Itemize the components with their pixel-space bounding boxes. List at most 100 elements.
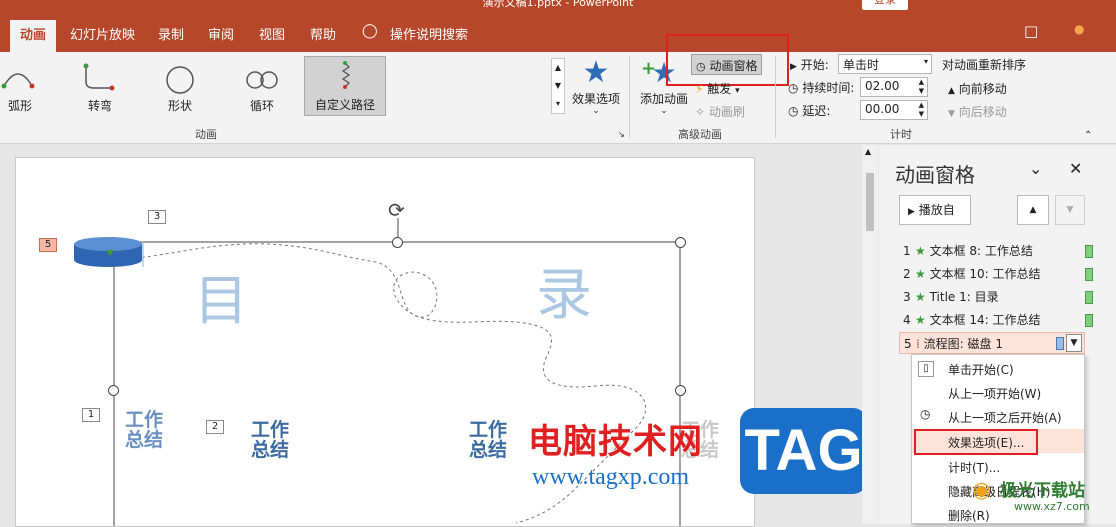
start-select[interactable]: 单击时 ▾ [838, 54, 932, 74]
resize-handle[interactable] [108, 385, 119, 396]
move-later-button[interactable]: ▼ 向后移动 [948, 103, 1007, 120]
animation-number-tag: 2 [206, 420, 224, 434]
chevron-down-icon: ⌄ [660, 106, 668, 116]
menu-item-delete[interactable]: 删除(R) [948, 507, 990, 524]
animation-list-item[interactable]: 2 ★ 文本框 10: 工作总结 [903, 263, 1093, 285]
animation-number-tag: 5 [39, 238, 57, 252]
move-earlier-button[interactable]: ▲ 向前移动 [948, 80, 1007, 97]
dialog-launcher-icon[interactable]: ↘ [618, 130, 625, 139]
slide-canvas[interactable]: ⟳ 5 3 1 2 目 录 工作 总结 工作 总结 工作 总结 工作 总结 电脑… [15, 157, 755, 527]
ribbon: 弧形 转弯 形状 循环 自定义路径 ▲ ▼ ▾ ★ 效果选项 ⌄ 动画 ↘ ★ + 添… [0, 34, 1116, 144]
clock-icon: ◷ [788, 81, 799, 95]
resize-handle[interactable] [675, 237, 686, 248]
group-label-timing: 计时 [890, 128, 912, 141]
highlight-box-menu [914, 429, 1038, 455]
lightning-icon: ⚡ [695, 82, 704, 96]
duration-label: ◷ 持续时间: [788, 81, 855, 95]
delay-input[interactable]: 00.00 ▲ ▼ [860, 100, 928, 120]
corner-watermark-title: 极光下载站 [1000, 481, 1085, 501]
collapse-ribbon-icon[interactable]: ⌃ [1084, 130, 1092, 141]
gallery-scroll[interactable]: ▲ ▼ ▾ [551, 58, 565, 114]
watermark-url: www.tagxp.com [532, 464, 690, 490]
path-custom-button[interactable]: 自定义路径 [304, 56, 386, 116]
slide-title-char: 录 [536, 263, 592, 328]
painter-icon: ✧ [695, 105, 706, 119]
shape-path-icon [166, 66, 194, 94]
path-turn-button[interactable]: 转弯 [72, 56, 128, 116]
resize-handle[interactable] [675, 385, 686, 396]
rotate-handle-icon[interactable]: ⟳ [388, 198, 405, 222]
tab-record[interactable]: 录制 [158, 24, 184, 43]
effect-options-button[interactable]: ★ 效果选项 ⌄ [570, 55, 622, 116]
motion-path-icon: ⁞ [916, 337, 920, 351]
duration-input[interactable]: 02.00 ▲ ▼ [860, 77, 928, 97]
animation-number-tag: 3 [148, 210, 166, 224]
spinner-icon[interactable]: ▲ ▼ [919, 101, 924, 119]
start-label: ▶ 开始: [790, 58, 829, 72]
animation-painter-button[interactable]: ✧ 动画刷 [695, 103, 745, 120]
down-arrow-icon: ▼ [948, 109, 955, 119]
animation-list-item[interactable]: 1 ★ 文本框 8: 工作总结 [903, 240, 1093, 262]
corner-logo-icon: ◉ [972, 478, 992, 503]
chevron-down-icon[interactable]: ⌄ [1029, 159, 1042, 178]
play-from-button[interactable]: ▶ 播放自 [899, 195, 971, 225]
tab-review[interactable]: 审阅 [208, 24, 234, 43]
corner-watermark-url: www.xz7.com [1014, 500, 1090, 513]
clock-icon: ◷ [788, 104, 799, 118]
timeline-bar [1085, 291, 1093, 304]
slide-item-text: 工作 总结 [250, 419, 289, 461]
menu-item-after-previous[interactable]: 从上一项之后开始(A) [948, 409, 1062, 426]
menu-item-timing[interactable]: 计时(T)... [948, 459, 1000, 476]
star-icon: ★ [582, 55, 610, 90]
path-arc-button[interactable]: 弧形 [0, 56, 40, 116]
entrance-star-icon: ★ [915, 267, 926, 281]
entrance-star-icon: ★ [915, 313, 926, 327]
ribbon-separator [629, 56, 630, 138]
mouse-icon: ▯ [918, 361, 934, 377]
group-label-animation: 动画 [195, 128, 217, 141]
path-loop-button[interactable]: 循环 [234, 56, 290, 116]
resize-handle[interactable] [392, 237, 403, 248]
tab-slideshow[interactable]: 幻灯片放映 [70, 24, 135, 43]
path-shape-button[interactable]: 形状 [152, 56, 208, 116]
animation-number-tag: 1 [82, 408, 100, 422]
tab-animations[interactable]: 动画 [10, 20, 57, 52]
menu-item-on-click[interactable]: 单击开始(C) [948, 361, 1014, 378]
window-title: 演示文稿1.pptx - PowerPoint [482, 0, 634, 9]
disk-shape[interactable] [70, 236, 144, 272]
ribbon-tab-bar: 动画 幻灯片放映 录制 审阅 视图 帮助 ◯ 操作说明搜索 □ ● [0, 10, 1116, 52]
animation-list-item[interactable]: 4 ★ 文本框 14: 工作总结 [903, 309, 1093, 331]
play-icon: ▶ [790, 62, 797, 72]
chevron-down-icon: ▾ [735, 86, 740, 96]
dropdown-arrow-icon[interactable]: ▼ [1066, 334, 1082, 352]
group-label-advanced: 高级动画 [678, 128, 722, 141]
delay-label: ◷ 延迟: [788, 104, 831, 118]
animation-list-item-selected[interactable]: 5 ⁞ 流程图: 磁盘 1 ▼ [899, 332, 1085, 354]
reorder-title: 对动画重新排序 [942, 58, 1027, 72]
lightbulb-icon: ◯ [362, 23, 378, 39]
move-up-icon[interactable]: ▲ [1017, 195, 1049, 225]
move-down-icon[interactable]: ▼ [1055, 195, 1085, 225]
slide-workspace: ⟳ 5 3 1 2 目 录 工作 总结 工作 总结 工作 总结 工作 总结 电脑… [0, 145, 862, 527]
chevron-down-icon: ▾ [923, 57, 928, 66]
tab-help[interactable]: 帮助 [310, 24, 336, 43]
menu-item-with-previous[interactable]: 从上一项开始(W) [948, 385, 1041, 402]
spinner-icon[interactable]: ▲ ▼ [919, 78, 924, 96]
ribbon-separator [775, 56, 776, 138]
trigger-button[interactable]: ⚡ 触发 ▾ [695, 80, 740, 97]
login-button[interactable]: 登录 [862, 0, 908, 10]
close-icon[interactable]: ✕ [1069, 159, 1082, 178]
watermark-badge: TAG [740, 408, 867, 494]
slide-item-text: 工作 总结 [124, 409, 163, 451]
play-icon: ▶ [908, 207, 915, 217]
animation-list-item[interactable]: 3 ★ Title 1: 目录 [903, 286, 1093, 308]
scroll-thumb[interactable] [866, 173, 874, 231]
entrance-star-icon: ★ [915, 244, 926, 258]
comments-icon[interactable]: □ [1024, 22, 1038, 40]
scroll-up-icon[interactable]: ▲ [865, 147, 871, 156]
tell-me-search[interactable]: 操作说明搜索 [390, 24, 468, 43]
slide-scrollbar[interactable]: ▲ [862, 145, 878, 524]
loop-path-icon [246, 71, 278, 89]
title-bar: 演示文稿1.pptx - PowerPoint 登录 [0, 0, 1116, 10]
tab-view[interactable]: 视图 [259, 24, 285, 43]
